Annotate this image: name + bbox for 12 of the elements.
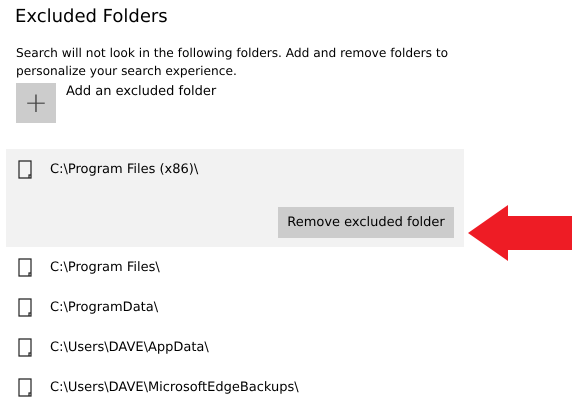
add-folder-button[interactable]: + — [16, 83, 56, 123]
remove-folder-button[interactable]: Remove excluded folder — [278, 207, 454, 238]
folder-path[interactable]: C:\ProgramData\ — [50, 300, 158, 314]
folder-path[interactable]: C:\Users\DAVE\AppData\ — [50, 340, 209, 354]
arrow-icon — [468, 205, 572, 261]
folder-path[interactable]: C:\Users\DAVE\MicrosoftEdgeBackups\ — [50, 380, 299, 394]
page-title: Excluded Folders — [15, 6, 169, 27]
description-text: Search will not look in the following folders. Add and remove folders to personalize your search experience. — [16, 45, 450, 80]
add-folder-label[interactable]: Add an excluded folder — [66, 84, 216, 99]
folder-path[interactable]: C:\Program Files (x86)\ — [50, 162, 198, 176]
selected-folder-item[interactable]: C:\Program Files (x86)\ Remove excluded folder — [6, 149, 464, 247]
folder-path[interactable]: C:\Program Files\ — [50, 260, 160, 274]
